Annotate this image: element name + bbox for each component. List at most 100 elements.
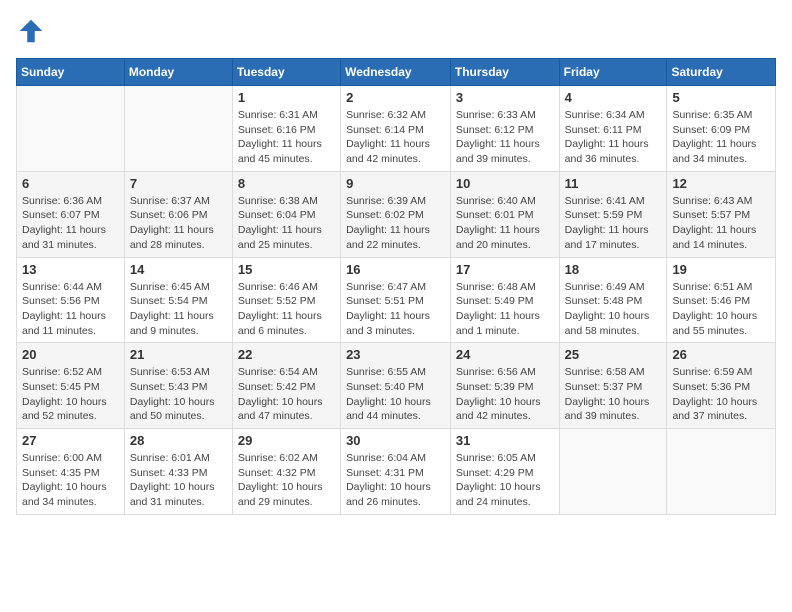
calendar-header-row: SundayMondayTuesdayWednesdayThursdayFrid…: [17, 59, 776, 86]
day-info: Sunrise: 6:40 AMSunset: 6:01 PMDaylight:…: [456, 194, 554, 253]
calendar-cell: [124, 86, 232, 172]
day-number: 19: [672, 262, 770, 277]
day-number: 3: [456, 90, 554, 105]
day-number: 25: [565, 347, 662, 362]
page-header: [16, 16, 776, 46]
calendar-cell: 28 Sunrise: 6:01 AMSunset: 4:33 PMDayligh…: [124, 429, 232, 515]
calendar-week-row: 1 Sunrise: 6:31 AMSunset: 6:16 PMDaylight…: [17, 86, 776, 172]
calendar-cell: 3 Sunrise: 6:33 AMSunset: 6:12 PMDaylight…: [450, 86, 559, 172]
calendar-week-row: 13 Sunrise: 6:44 AMSunset: 5:56 PMDayligh…: [17, 257, 776, 343]
calendar-cell: 14 Sunrise: 6:45 AMSunset: 5:54 PMDayligh…: [124, 257, 232, 343]
day-info: Sunrise: 6:48 AMSunset: 5:49 PMDaylight:…: [456, 280, 554, 339]
day-info: Sunrise: 6:46 AMSunset: 5:52 PMDaylight:…: [238, 280, 335, 339]
calendar-cell: 17 Sunrise: 6:48 AMSunset: 5:49 PMDayligh…: [450, 257, 559, 343]
day-info: Sunrise: 6:02 AMSunset: 4:32 PMDaylight:…: [238, 451, 335, 510]
calendar-cell: [17, 86, 125, 172]
calendar-cell: 5Sunrise: 6:35 AMSunset: 6:09 PMDaylight…: [667, 86, 776, 172]
day-info: Sunrise: 6:45 AMSunset: 5:54 PMDaylight:…: [130, 280, 227, 339]
calendar-cell: 2 Sunrise: 6:32 AMSunset: 6:14 PMDaylight…: [341, 86, 451, 172]
calendar-cell: 29 Sunrise: 6:02 AMSunset: 4:32 PMDayligh…: [232, 429, 340, 515]
calendar-cell: 25 Sunrise: 6:58 AMSunset: 5:37 PMDayligh…: [559, 343, 667, 429]
day-number: 26: [672, 347, 770, 362]
day-info: Sunrise: 6:01 AMSunset: 4:33 PMDaylight:…: [130, 451, 227, 510]
day-number: 1: [238, 90, 335, 105]
day-info: Sunrise: 6:33 AMSunset: 6:12 PMDaylight:…: [456, 108, 554, 167]
calendar-cell: 24 Sunrise: 6:56 AMSunset: 5:39 PMDayligh…: [450, 343, 559, 429]
day-info: Sunrise: 6:35 AMSunset: 6:09 PMDaylight:…: [672, 108, 770, 167]
day-number: 21: [130, 347, 227, 362]
day-info: Sunrise: 6:53 AMSunset: 5:43 PMDaylight:…: [130, 365, 227, 424]
day-number: 23: [346, 347, 445, 362]
weekday-header: Tuesday: [232, 59, 340, 86]
day-number: 6: [22, 176, 119, 191]
day-info: Sunrise: 6:37 AMSunset: 6:06 PMDaylight:…: [130, 194, 227, 253]
day-info: Sunrise: 6:58 AMSunset: 5:37 PMDaylight:…: [565, 365, 662, 424]
day-number: 10: [456, 176, 554, 191]
day-number: 12: [672, 176, 770, 191]
day-info: Sunrise: 6:00 AMSunset: 4:35 PMDaylight:…: [22, 451, 119, 510]
calendar-cell: 13 Sunrise: 6:44 AMSunset: 5:56 PMDayligh…: [17, 257, 125, 343]
day-info: Sunrise: 6:39 AMSunset: 6:02 PMDaylight:…: [346, 194, 445, 253]
day-info: Sunrise: 6:52 AMSunset: 5:45 PMDaylight:…: [22, 365, 119, 424]
calendar-week-row: 27 Sunrise: 6:00 AMSunset: 4:35 PMDayligh…: [17, 429, 776, 515]
day-info: Sunrise: 6:49 AMSunset: 5:48 PMDaylight:…: [565, 280, 662, 339]
day-number: 13: [22, 262, 119, 277]
day-number: 17: [456, 262, 554, 277]
day-number: 15: [238, 262, 335, 277]
calendar-cell: 19Sunrise: 6:51 AMSunset: 5:46 PMDayligh…: [667, 257, 776, 343]
calendar-cell: 6 Sunrise: 6:36 AMSunset: 6:07 PMDaylight…: [17, 171, 125, 257]
calendar-cell: 9Sunrise: 6:39 AMSunset: 6:02 PMDaylight…: [341, 171, 451, 257]
day-info: Sunrise: 6:41 AMSunset: 5:59 PMDaylight:…: [565, 194, 662, 253]
calendar-cell: [559, 429, 667, 515]
day-info: Sunrise: 6:04 AMSunset: 4:31 PMDaylight:…: [346, 451, 445, 510]
calendar-cell: 1 Sunrise: 6:31 AMSunset: 6:16 PMDaylight…: [232, 86, 340, 172]
day-number: 31: [456, 433, 554, 448]
day-number: 18: [565, 262, 662, 277]
day-number: 28: [130, 433, 227, 448]
day-info: Sunrise: 6:59 AMSunset: 5:36 PMDaylight:…: [672, 365, 770, 424]
day-info: Sunrise: 6:47 AMSunset: 5:51 PMDaylight:…: [346, 280, 445, 339]
day-info: Sunrise: 6:36 AMSunset: 6:07 PMDaylight:…: [22, 194, 119, 253]
day-number: 29: [238, 433, 335, 448]
calendar-cell: 7 Sunrise: 6:37 AMSunset: 6:06 PMDaylight…: [124, 171, 232, 257]
day-info: Sunrise: 6:38 AMSunset: 6:04 PMDaylight:…: [238, 194, 335, 253]
calendar-cell: 11Sunrise: 6:41 AMSunset: 5:59 PMDayligh…: [559, 171, 667, 257]
weekday-header: Sunday: [17, 59, 125, 86]
day-info: Sunrise: 6:31 AMSunset: 6:16 PMDaylight:…: [238, 108, 335, 167]
day-number: 24: [456, 347, 554, 362]
calendar-cell: 16 Sunrise: 6:47 AMSunset: 5:51 PMDayligh…: [341, 257, 451, 343]
calendar-week-row: 6 Sunrise: 6:36 AMSunset: 6:07 PMDaylight…: [17, 171, 776, 257]
calendar-cell: 10 Sunrise: 6:40 AMSunset: 6:01 PMDayligh…: [450, 171, 559, 257]
day-number: 20: [22, 347, 119, 362]
day-info: Sunrise: 6:32 AMSunset: 6:14 PMDaylight:…: [346, 108, 445, 167]
calendar-cell: 18 Sunrise: 6:49 AMSunset: 5:48 PMDayligh…: [559, 257, 667, 343]
calendar-cell: 22Sunrise: 6:54 AMSunset: 5:42 PMDayligh…: [232, 343, 340, 429]
day-info: Sunrise: 6:56 AMSunset: 5:39 PMDaylight:…: [456, 365, 554, 424]
weekday-header: Wednesday: [341, 59, 451, 86]
calendar-cell: 23Sunrise: 6:55 AMSunset: 5:40 PMDayligh…: [341, 343, 451, 429]
calendar-cell: 31 Sunrise: 6:05 AMSunset: 4:29 PMDayligh…: [450, 429, 559, 515]
day-number: 14: [130, 262, 227, 277]
calendar-cell: 4 Sunrise: 6:34 AMSunset: 6:11 PMDaylight…: [559, 86, 667, 172]
weekday-header: Saturday: [667, 59, 776, 86]
day-info: Sunrise: 6:43 AMSunset: 5:57 PMDaylight:…: [672, 194, 770, 253]
weekday-header: Monday: [124, 59, 232, 86]
day-info: Sunrise: 6:34 AMSunset: 6:11 PMDaylight:…: [565, 108, 662, 167]
calendar-cell: 8Sunrise: 6:38 AMSunset: 6:04 PMDaylight…: [232, 171, 340, 257]
calendar-cell: 27 Sunrise: 6:00 AMSunset: 4:35 PMDayligh…: [17, 429, 125, 515]
calendar-cell: [667, 429, 776, 515]
day-info: Sunrise: 6:44 AMSunset: 5:56 PMDaylight:…: [22, 280, 119, 339]
day-number: 2: [346, 90, 445, 105]
calendar-cell: 26 Sunrise: 6:59 AMSunset: 5:36 PMDayligh…: [667, 343, 776, 429]
calendar-cell: 21 Sunrise: 6:53 AMSunset: 5:43 PMDayligh…: [124, 343, 232, 429]
day-number: 22: [238, 347, 335, 362]
day-number: 16: [346, 262, 445, 277]
day-number: 4: [565, 90, 662, 105]
day-number: 27: [22, 433, 119, 448]
day-number: 30: [346, 433, 445, 448]
day-number: 7: [130, 176, 227, 191]
calendar-cell: 20 Sunrise: 6:52 AMSunset: 5:45 PMDayligh…: [17, 343, 125, 429]
weekday-header: Friday: [559, 59, 667, 86]
day-info: Sunrise: 6:05 AMSunset: 4:29 PMDaylight:…: [456, 451, 554, 510]
calendar-cell: 15 Sunrise: 6:46 AMSunset: 5:52 PMDayligh…: [232, 257, 340, 343]
